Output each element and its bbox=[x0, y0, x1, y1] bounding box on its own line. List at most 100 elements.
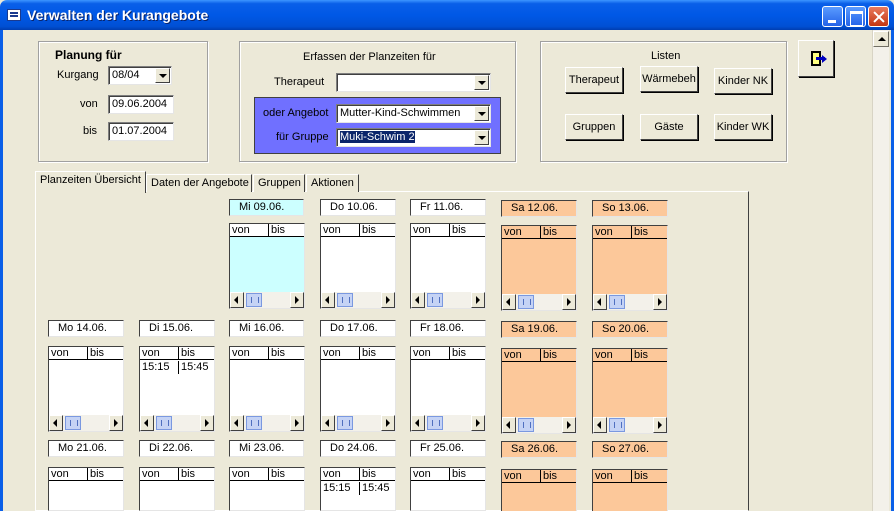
scroll-right-arrow-icon[interactable] bbox=[471, 292, 485, 308]
scroll-right-arrow-icon[interactable] bbox=[200, 415, 214, 431]
scroll-left-arrow-icon[interactable] bbox=[411, 292, 425, 308]
scroll-right-arrow-icon[interactable] bbox=[471, 415, 485, 431]
scroll-thumb[interactable] bbox=[518, 295, 534, 309]
scroll-thumb[interactable] bbox=[246, 293, 262, 307]
day-times-list[interactable]: von bis 15:15 15:45 bbox=[139, 346, 215, 432]
scroll-right-arrow-icon[interactable] bbox=[381, 415, 395, 431]
maximize-button[interactable] bbox=[845, 6, 866, 27]
scroll-right-arrow-icon[interactable] bbox=[653, 294, 667, 310]
day-times-list[interactable]: von bis bbox=[410, 223, 486, 309]
scroll-up-arrow-icon[interactable] bbox=[873, 31, 889, 47]
horizontal-scrollbar[interactable] bbox=[502, 294, 576, 310]
day-times-list[interactable]: von bis bbox=[592, 469, 668, 511]
scroll-right-arrow-icon[interactable] bbox=[381, 292, 395, 308]
therapeut-list-button[interactable]: Therapeut bbox=[565, 67, 623, 93]
vertical-scrollbar[interactable] bbox=[872, 30, 889, 511]
tab-daten-der-angebote[interactable]: Daten der Angebote bbox=[146, 174, 252, 192]
therapeut-dropdown[interactable] bbox=[336, 73, 491, 92]
kinder-wk-list-button[interactable]: Kinder WK bbox=[714, 114, 772, 140]
day-times-list[interactable]: von bis bbox=[410, 346, 486, 432]
gaeste-list-button[interactable]: Gäste bbox=[640, 114, 698, 140]
day-times-list[interactable]: von bis bbox=[320, 346, 396, 432]
scroll-left-arrow-icon[interactable] bbox=[230, 292, 244, 308]
gruppen-list-button[interactable]: Gruppen bbox=[565, 114, 623, 140]
scroll-right-arrow-icon[interactable] bbox=[109, 415, 123, 431]
horizontal-scrollbar[interactable] bbox=[593, 417, 667, 433]
scroll-thumb[interactable] bbox=[609, 418, 625, 432]
day-times-list[interactable]: von bis bbox=[48, 346, 124, 432]
horizontal-scrollbar[interactable] bbox=[49, 415, 123, 431]
scroll-right-arrow-icon[interactable] bbox=[653, 417, 667, 433]
scroll-right-arrow-icon[interactable] bbox=[562, 417, 576, 433]
scroll-thumb[interactable] bbox=[337, 416, 353, 430]
scroll-thumb[interactable] bbox=[427, 293, 443, 307]
day-times-list[interactable]: von bis bbox=[501, 469, 577, 511]
kurgang-dropdown[interactable]: 08/04 bbox=[108, 66, 172, 85]
day-times-list[interactable]: von bis bbox=[229, 467, 305, 511]
scroll-left-arrow-icon[interactable] bbox=[411, 415, 425, 431]
scroll-right-arrow-icon[interactable] bbox=[290, 292, 304, 308]
day-times-list[interactable]: von bis bbox=[48, 467, 124, 511]
scroll-left-arrow-icon[interactable] bbox=[49, 415, 63, 431]
exit-button[interactable] bbox=[798, 40, 834, 77]
day-times-list[interactable]: von bis 15:15 15:45 bbox=[320, 467, 396, 511]
chevron-down-icon[interactable] bbox=[474, 75, 489, 90]
title-bar[interactable]: Verwalten der Kurangebote bbox=[0, 0, 894, 30]
kinder-nk-list-button[interactable]: Kinder NK bbox=[714, 68, 772, 94]
horizontal-scrollbar[interactable] bbox=[321, 292, 395, 308]
day-times-list[interactable]: von bis bbox=[320, 223, 396, 309]
scroll-right-arrow-icon[interactable] bbox=[562, 294, 576, 310]
day-times-list[interactable]: von bis bbox=[592, 225, 668, 311]
horizontal-scrollbar[interactable] bbox=[411, 292, 485, 308]
von-date-field[interactable]: 09.06.2004 bbox=[108, 95, 174, 114]
scroll-left-arrow-icon[interactable] bbox=[593, 294, 607, 310]
scroll-thumb[interactable] bbox=[609, 295, 625, 309]
bis-column-header: bis bbox=[268, 347, 285, 359]
scroll-left-arrow-icon[interactable] bbox=[593, 417, 607, 433]
scroll-right-arrow-icon[interactable] bbox=[290, 415, 304, 431]
day-times-list[interactable]: von bis bbox=[229, 346, 305, 432]
scroll-thumb[interactable] bbox=[65, 416, 81, 430]
tab-planzeiten-uebersicht[interactable]: Planzeiten Übersicht bbox=[35, 171, 146, 193]
scroll-thumb[interactable] bbox=[156, 416, 172, 430]
chevron-down-icon[interactable] bbox=[474, 106, 489, 121]
chevron-down-icon[interactable] bbox=[474, 130, 489, 145]
bis-label: bis bbox=[83, 125, 98, 137]
scroll-thumb[interactable] bbox=[427, 416, 443, 430]
day-times-list[interactable]: von bis bbox=[410, 467, 486, 511]
horizontal-scrollbar[interactable] bbox=[140, 415, 214, 431]
scroll-left-arrow-icon[interactable] bbox=[140, 415, 154, 431]
angebot-dropdown[interactable]: Mutter-Kind-Schwimmen bbox=[336, 104, 491, 123]
tab-aktionen[interactable]: Aktionen bbox=[306, 174, 359, 192]
time-row[interactable]: 15:15 15:45 bbox=[140, 361, 214, 374]
scroll-left-arrow-icon[interactable] bbox=[321, 415, 335, 431]
scroll-left-arrow-icon[interactable] bbox=[230, 415, 244, 431]
day-times-list[interactable]: von bis bbox=[592, 348, 668, 434]
close-button[interactable] bbox=[868, 6, 889, 27]
time-row[interactable]: 15:15 15:45 bbox=[321, 482, 395, 495]
scroll-left-arrow-icon[interactable] bbox=[502, 294, 516, 310]
horizontal-scrollbar[interactable] bbox=[502, 417, 576, 433]
day-times-list[interactable]: von bis bbox=[229, 223, 305, 309]
tab-gruppen[interactable]: Gruppen bbox=[253, 174, 305, 192]
scroll-left-arrow-icon[interactable] bbox=[321, 292, 335, 308]
horizontal-scrollbar[interactable] bbox=[593, 294, 667, 310]
day-times-list[interactable]: von bis bbox=[501, 348, 577, 434]
gruppe-dropdown[interactable]: Muki-Schwim 2 bbox=[336, 128, 491, 147]
scroll-thumb[interactable] bbox=[246, 416, 262, 430]
horizontal-scrollbar[interactable] bbox=[230, 415, 304, 431]
day-times-list[interactable]: von bis bbox=[501, 225, 577, 311]
minimize-button[interactable] bbox=[822, 6, 843, 27]
horizontal-scrollbar[interactable] bbox=[230, 292, 304, 308]
bis-date-field[interactable]: 01.07.2004 bbox=[108, 122, 174, 141]
scroll-thumb[interactable] bbox=[518, 418, 534, 432]
scroll-thumb[interactable] bbox=[337, 293, 353, 307]
scroll-left-arrow-icon[interactable] bbox=[502, 417, 516, 433]
waermebeh-list-button[interactable]: Wärmebeh bbox=[640, 66, 698, 92]
day-times-list[interactable]: von bis bbox=[139, 467, 215, 511]
horizontal-scrollbar[interactable] bbox=[411, 415, 485, 431]
von-column-header: von bbox=[504, 470, 522, 482]
times-column-header: von bis bbox=[230, 224, 304, 237]
horizontal-scrollbar[interactable] bbox=[321, 415, 395, 431]
chevron-down-icon[interactable] bbox=[155, 68, 170, 83]
